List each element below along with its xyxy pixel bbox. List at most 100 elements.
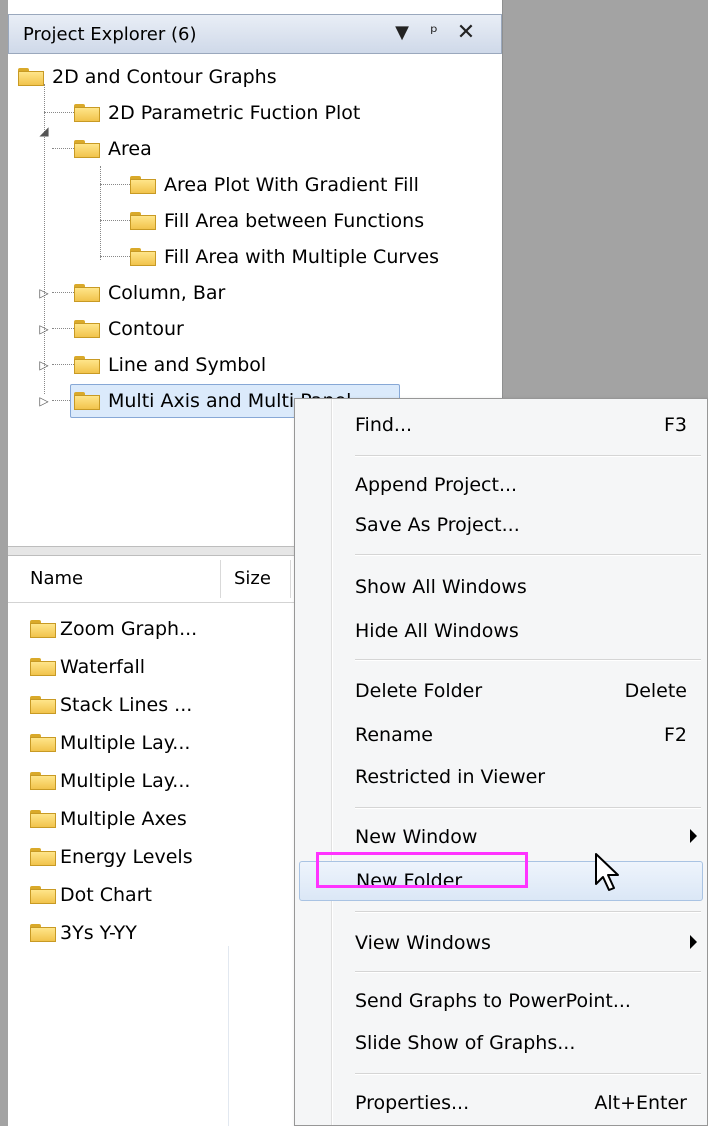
column-guide (228, 946, 229, 1126)
folder-icon (74, 140, 100, 158)
tree-line (44, 112, 74, 113)
list-item-label: Dot Chart (60, 884, 152, 906)
menu-item-save-as-project[interactable]: Save As Project... (295, 505, 707, 545)
panel-header: Project Explorer (6) ▼ ᵖ ✕ (8, 14, 502, 54)
tree-node[interactable]: Contour (74, 312, 184, 346)
list-item[interactable]: Waterfall (30, 648, 145, 686)
menu-separator (355, 971, 701, 973)
menu-item-label: Hide All Windows (355, 620, 519, 642)
list-item[interactable]: Energy Levels (30, 838, 193, 876)
folder-icon (130, 248, 156, 266)
tree-node[interactable]: Line and Symbol (74, 348, 266, 382)
folder-icon (30, 620, 56, 638)
list-item[interactable]: 3Ys Y-YY (30, 914, 137, 952)
list-item-label: Waterfall (60, 656, 146, 678)
folder-icon (30, 848, 56, 866)
tree-line (52, 292, 74, 293)
folder-icon (30, 696, 56, 714)
expand-arrow-icon[interactable]: ▷ (38, 348, 50, 382)
column-header-name[interactable]: Name (30, 568, 83, 589)
tree-node-label: Area (108, 138, 152, 160)
menu-item-shortcut: F3 (663, 414, 687, 436)
menu-item-show-all-windows[interactable]: Show All Windows (295, 567, 707, 607)
menu-item-rename[interactable]: Rename F2 (295, 715, 707, 755)
menu-separator (355, 455, 701, 457)
panel-title: Project Explorer (6) (23, 24, 197, 45)
close-icon[interactable]: ✕ (455, 21, 477, 45)
context-menu: Find... F3 Append Project... Save As Pro… (294, 398, 708, 1126)
list-item[interactable]: Multiple Axes (30, 800, 187, 838)
menu-item-delete-folder[interactable]: Delete Folder Delete (295, 671, 707, 711)
column-header-size[interactable]: Size (234, 568, 271, 589)
menu-item-find[interactable]: Find... F3 (295, 405, 707, 445)
list-item-label: Multiple Lay... (60, 732, 191, 754)
tree-node-label: Column, Bar (108, 282, 226, 304)
menu-item-slide-show-of-graphs[interactable]: Slide Show of Graphs... (295, 1023, 707, 1063)
tree-node-label: Contour (108, 318, 184, 340)
tree-node-label: Fill Area between Functions (164, 210, 425, 232)
menu-item-label: Show All Windows (355, 576, 527, 598)
tree-node-label: Area Plot With Gradient Fill (164, 174, 419, 196)
column-separator[interactable] (290, 560, 291, 598)
menu-separator (355, 659, 701, 661)
folder-icon (74, 104, 100, 122)
menu-item-view-windows[interactable]: View Windows (295, 923, 707, 963)
list-item-label: Stack Lines ... (60, 694, 193, 716)
expand-arrow-icon[interactable]: ▷ (38, 276, 50, 310)
folder-icon (130, 212, 156, 230)
tree-node[interactable]: 2D and Contour Graphs (18, 60, 277, 94)
tree-node-label: Line and Symbol (108, 354, 267, 376)
column-separator[interactable] (220, 560, 221, 598)
menu-item-label: Delete Folder (355, 680, 483, 702)
menu-item-shortcut: Delete (624, 680, 687, 702)
tree-node[interactable]: Fill Area between Functions (130, 204, 424, 238)
menu-item-label: Send Graphs to PowerPoint... (355, 990, 631, 1012)
menu-item-label: Restricted in Viewer (355, 766, 546, 788)
submenu-arrow-icon (690, 935, 697, 949)
menu-separator (355, 911, 701, 913)
list-item-label: Multiple Lay... (60, 770, 191, 792)
list-item[interactable]: Multiple Lay... (30, 724, 190, 762)
mouse-cursor-icon (595, 853, 619, 891)
folder-icon (30, 886, 56, 904)
tree-line (52, 148, 74, 149)
dropdown-arrow-icon[interactable]: ▼ (391, 21, 413, 45)
tree-line (100, 184, 130, 185)
menu-item-label: Append Project... (355, 474, 518, 496)
menu-item-label: View Windows (355, 932, 491, 954)
folder-icon (30, 924, 56, 942)
list-item[interactable]: Zoom Graph... (30, 610, 197, 648)
folder-icon (30, 772, 56, 790)
tree-node[interactable]: Area Plot With Gradient Fill (130, 168, 419, 202)
expand-arrow-icon[interactable]: ▷ (38, 384, 50, 418)
list-item[interactable]: Multiple Lay... (30, 762, 190, 800)
folder-icon (18, 68, 44, 86)
menu-item-append-project[interactable]: Append Project... (295, 465, 707, 505)
menu-item-shortcut: F2 (663, 724, 687, 746)
annotation-highlight-box (316, 852, 528, 888)
menu-item-hide-all-windows[interactable]: Hide All Windows (295, 611, 707, 651)
menu-item-send-graphs-to-powerpoint[interactable]: Send Graphs to PowerPoint... (295, 981, 707, 1021)
collapse-arrow-icon[interactable]: ◢ (38, 114, 50, 148)
tree-node[interactable]: Column, Bar (74, 276, 225, 310)
list-item-label: Multiple Axes (60, 808, 187, 830)
tree-node[interactable]: 2D Parametric Fuction Plot (74, 96, 360, 130)
tree-line (52, 364, 74, 365)
menu-item-new-window[interactable]: New Window (295, 817, 707, 857)
tree-node[interactable]: Area (74, 132, 152, 166)
folder-icon (30, 734, 56, 752)
folder-icon (30, 658, 56, 676)
menu-item-properties[interactable]: Properties... Alt+Enter (295, 1083, 707, 1123)
pin-icon[interactable]: ᵖ (423, 21, 445, 45)
expand-arrow-icon[interactable]: ▷ (38, 312, 50, 346)
list-item-label: Zoom Graph... (60, 618, 198, 640)
list-item[interactable]: Dot Chart (30, 876, 152, 914)
menu-item-restricted-in-viewer[interactable]: Restricted in Viewer (295, 757, 707, 797)
tree-node[interactable]: Fill Area with Multiple Curves (130, 240, 439, 274)
list-item[interactable]: Stack Lines ... (30, 686, 192, 724)
menu-item-label: Slide Show of Graphs... (355, 1032, 576, 1054)
menu-item-label: Save As Project... (355, 514, 520, 536)
menu-separator (355, 554, 701, 556)
list-item-label: Energy Levels (60, 846, 193, 868)
tree-line (100, 220, 130, 221)
